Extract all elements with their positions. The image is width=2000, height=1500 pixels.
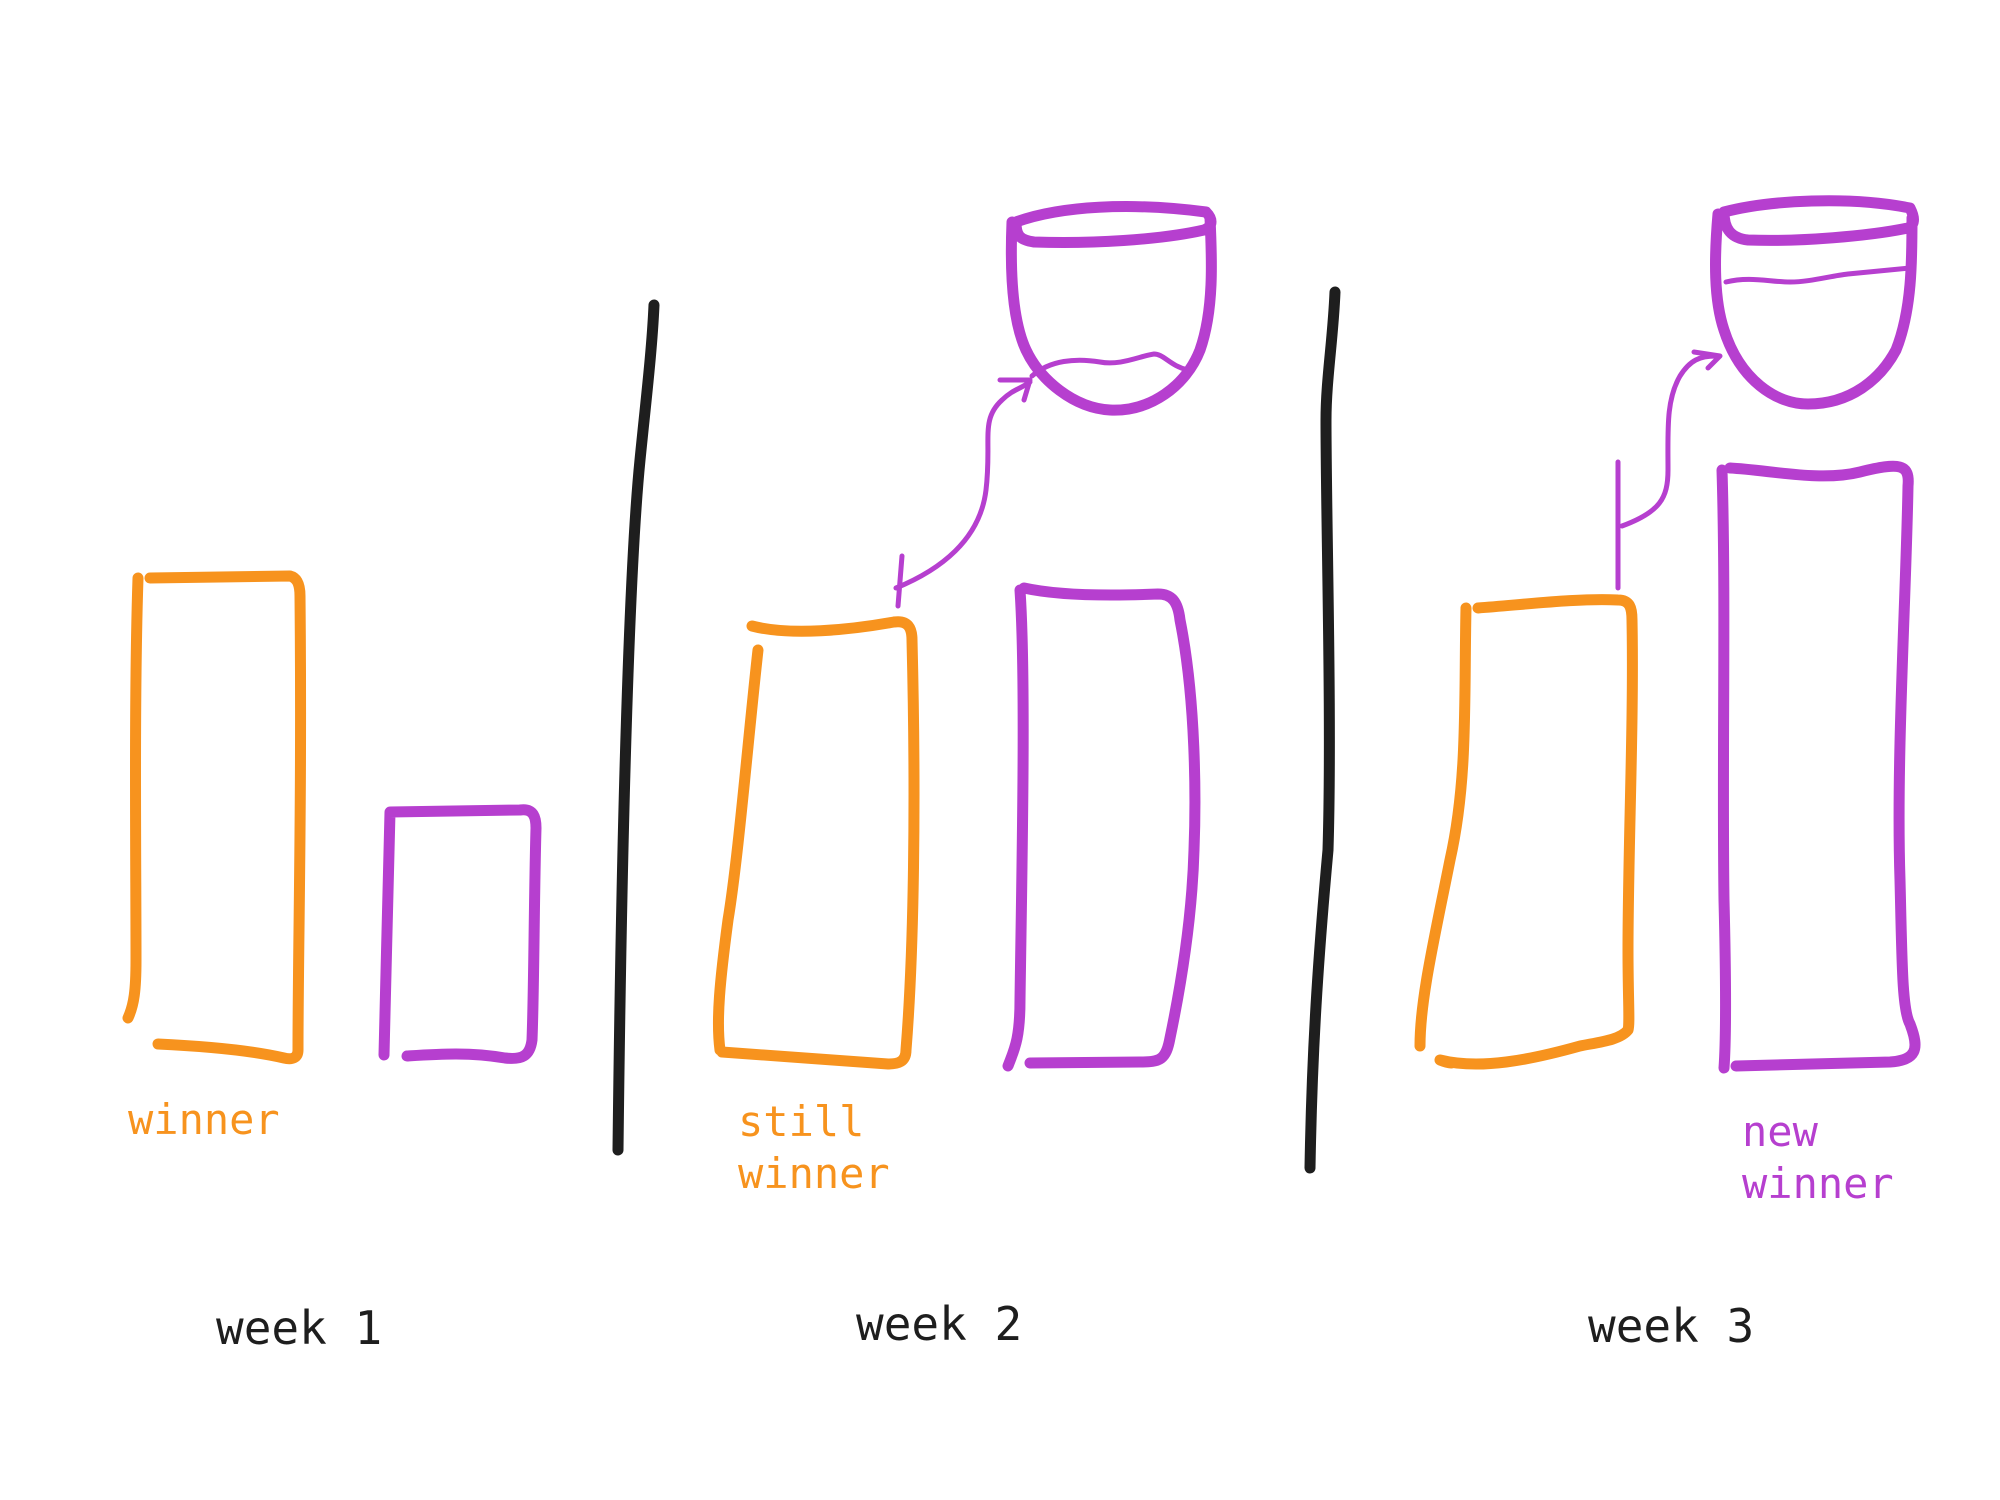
annotation-week2-line1: still (738, 1097, 864, 1146)
bar-week1-purple (378, 804, 542, 1064)
bar-week2-purple (1002, 582, 1201, 1072)
annotation-week2-line2: winner (738, 1149, 890, 1198)
panel-week-2: still winner week 2 (712, 201, 1217, 1351)
panel-week-3: new winner week 3 (1414, 195, 1921, 1353)
arrow-week3 (1615, 349, 1723, 591)
arrow-week2 (893, 377, 1033, 609)
sketch-diagram: winner week 1 still winner week 2 new wi… (122, 195, 1921, 1355)
bucket-week2 (1005, 201, 1217, 416)
week-label-3: week 3 (1588, 1299, 1754, 1353)
divider-1 (612, 299, 660, 1156)
panel-week-1: winner week 1 (122, 570, 542, 1355)
bar-week3-purple (1716, 460, 1921, 1074)
bar-week3-orange (1414, 594, 1638, 1070)
bar-week1-orange (122, 570, 307, 1065)
annotation-week1-line1: winner (128, 1095, 280, 1144)
annotation-week3-line2: winner (1742, 1159, 1894, 1208)
annotation-week3-line1: new (1742, 1107, 1819, 1156)
bar-week2-orange (712, 616, 920, 1070)
week-label-1: week 1 (216, 1301, 382, 1355)
bucket-week3 (1710, 195, 1919, 410)
bucket-week2-level (1029, 351, 1191, 379)
bucket-week3-level (1723, 265, 1913, 285)
divider-2 (1304, 286, 1341, 1174)
week-label-2: week 2 (856, 1297, 1022, 1351)
